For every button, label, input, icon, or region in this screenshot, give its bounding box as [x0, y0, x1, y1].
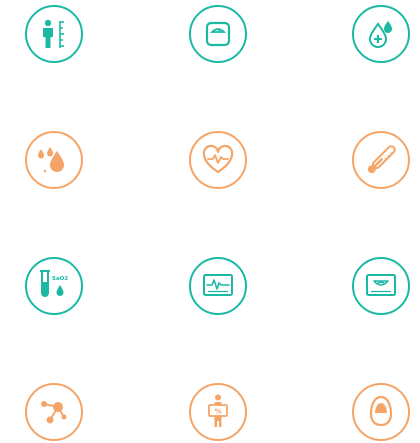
molecule-icon — [24, 382, 84, 442]
sao2-label: SaO2 — [52, 276, 68, 282]
ultrasound-monitor-icon — [351, 256, 411, 316]
height-measure-icon — [24, 4, 84, 64]
droplets-icon — [24, 130, 84, 190]
weighing-scale-icon — [188, 4, 248, 64]
blood-drop-plus-icon — [351, 4, 411, 64]
ecg-monitor-icon — [188, 256, 248, 316]
body-fat-percent-icon: % — [188, 382, 248, 442]
sao2-test-tube-icon: SaO2 — [24, 256, 84, 316]
heart-pulse-icon — [188, 130, 248, 190]
thermometer-icon — [351, 130, 411, 190]
icon-grid: SaO2 % — [0, 0, 420, 443]
capsule-icon — [351, 382, 411, 442]
percent-label: % — [214, 408, 221, 416]
